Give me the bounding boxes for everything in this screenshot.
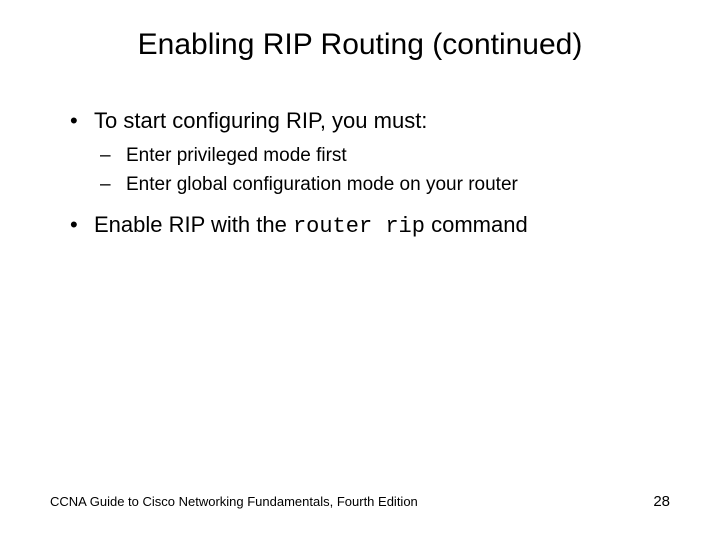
slide-content: To start configuring RIP, you must: Ente… <box>50 104 670 243</box>
sub-bullet-item: Enter privileged mode first <box>100 143 670 170</box>
slide-title: Enabling RIP Routing (continued) <box>50 28 670 62</box>
bullet-item: To start configuring RIP, you must: <box>70 104 670 137</box>
bullet-text-prefix: Enable RIP with the <box>94 212 293 237</box>
slide-container: Enabling RIP Routing (continued) To star… <box>0 0 720 540</box>
bullet-text-suffix: command <box>425 212 528 237</box>
bullet-item: Enable RIP with the router rip command <box>70 208 670 243</box>
sub-bullet-list: Enter privileged mode first Enter global… <box>70 143 670 198</box>
sub-bullet-item: Enter global configuration mode on your … <box>100 172 670 199</box>
slide-footer: CCNA Guide to Cisco Networking Fundament… <box>50 493 670 510</box>
page-number: 28 <box>653 493 670 510</box>
footer-text: CCNA Guide to Cisco Networking Fundament… <box>50 494 418 509</box>
inline-code: router rip <box>293 214 425 239</box>
